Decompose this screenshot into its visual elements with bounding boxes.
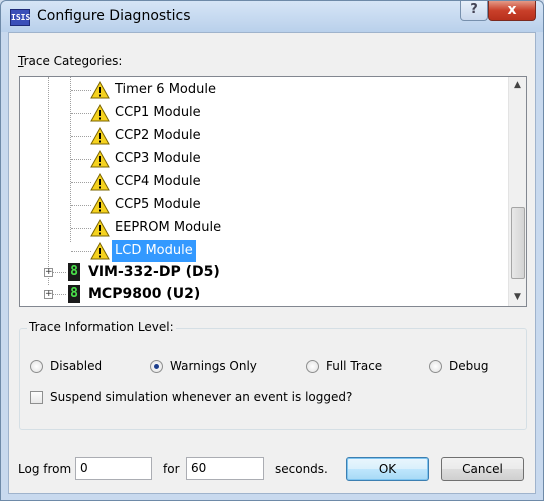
warning-icon (90, 196, 110, 214)
tree-item-label: CCP3 Module (115, 151, 201, 166)
help-button[interactable]: ? (460, 1, 488, 21)
log-from-input[interactable]: 0 (75, 457, 152, 480)
tree-line (71, 205, 91, 206)
suspend-checkbox[interactable] (30, 391, 43, 404)
scroll-up-arrow-icon[interactable]: ▲ (509, 77, 526, 94)
tree-item-eeprom-module[interactable]: EEPROM Module (20, 217, 510, 239)
warning-icon (90, 127, 110, 145)
cancel-button[interactable]: Cancel (441, 457, 524, 481)
tree-item-ccp4-module[interactable]: CCP4 Module (20, 171, 510, 193)
tree-line (71, 182, 91, 183)
tree-line (71, 113, 91, 114)
tree-item-label: CCP1 Module (115, 105, 201, 120)
tree-line (71, 159, 91, 160)
radio-warnings-only[interactable] (150, 360, 163, 373)
radio-full-trace[interactable] (306, 360, 319, 373)
expand-icon[interactable]: + (44, 290, 53, 299)
tree-item-label: MCP9800 (U2) (88, 286, 201, 302)
tree-item-label: CCP5 Module (115, 197, 201, 212)
tree-item-vim-332-dp[interactable]: + 8 VIM-332-DP (D5) (20, 261, 510, 283)
chip-icon: 8 (68, 263, 80, 281)
warning-icon (90, 173, 110, 191)
tree-item-label: EEPROM Module (115, 220, 222, 235)
scroll-thumb[interactable] (511, 207, 525, 279)
suspend-label[interactable]: Suspend simulation whenever an event is … (50, 390, 352, 404)
tree-item-label: Timer 6 Module (115, 82, 216, 97)
tree-item-ccp1-module[interactable]: CCP1 Module (20, 102, 510, 124)
scroll-down-arrow-icon[interactable]: ▼ (509, 289, 526, 306)
tree-item-label: LCD Module (112, 240, 196, 262)
app-icon: ISIS (10, 9, 30, 26)
radio-label-warnings-only[interactable]: Warnings Only (170, 359, 257, 373)
tree-line (71, 228, 91, 229)
tree-item-label: CCP2 Module (115, 128, 201, 143)
log-from-label: Log from (18, 462, 72, 476)
ok-button[interactable]: OK (346, 457, 429, 481)
seconds-label: seconds. (275, 462, 328, 476)
trace-categories-label: Trace Categories: (18, 54, 122, 68)
trace-level-title: Trace Information Level: (27, 320, 176, 334)
warning-icon (90, 81, 110, 99)
tree-item-label: CCP4 Module (115, 174, 201, 189)
tree-item-ccp2-module[interactable]: CCP2 Module (20, 125, 510, 147)
title-bar[interactable]: ISIS Configure Diagnostics ? x (1, 1, 543, 32)
warning-icon (90, 150, 110, 168)
radio-disabled[interactable] (30, 360, 43, 373)
close-button[interactable]: x (488, 1, 536, 21)
warning-icon (90, 104, 110, 122)
tree-item-label: VIM-332-DP (D5) (88, 264, 220, 280)
tree-item-ccp5-module[interactable]: CCP5 Module (20, 194, 510, 216)
radio-debug[interactable] (429, 360, 442, 373)
trace-label-text: race Categories: (23, 54, 123, 68)
tree-line (71, 90, 91, 91)
trace-categories-tree[interactable]: Timer 6 Module CCP1 Module CCP2 Module CCP3… (19, 76, 527, 307)
expand-icon[interactable]: + (44, 268, 53, 277)
tree-item-timer-6-module[interactable]: Timer 6 Module (20, 79, 510, 101)
window-title: Configure Diagnostics (37, 8, 191, 24)
tree-item-ccp3-module[interactable]: CCP3 Module (20, 148, 510, 170)
tree-item-lcd-module[interactable]: LCD Module (20, 240, 510, 262)
tree-scrollbar[interactable]: ▲ ▼ (508, 77, 526, 306)
radio-label-debug[interactable]: Debug (449, 359, 488, 373)
warning-icon (90, 242, 110, 260)
for-label: for (163, 462, 180, 476)
radio-label-disabled[interactable]: Disabled (50, 359, 102, 373)
dialog-body: Trace Categories: Timer 6 Module CCP1 Mod… (8, 32, 536, 494)
tree-item-mcp9800[interactable]: + 8 MCP9800 (U2) (20, 283, 510, 305)
configure-diagnostics-dialog: ISIS Configure Diagnostics ? x Trace Cat… (0, 0, 544, 501)
radio-label-full-trace[interactable]: Full Trace (326, 359, 382, 373)
tree-line (71, 251, 91, 252)
duration-input[interactable]: 60 (186, 457, 264, 480)
tree-line (71, 136, 91, 137)
trace-level-group (19, 328, 527, 430)
chip-icon: 8 (68, 285, 80, 303)
warning-icon (90, 219, 110, 237)
